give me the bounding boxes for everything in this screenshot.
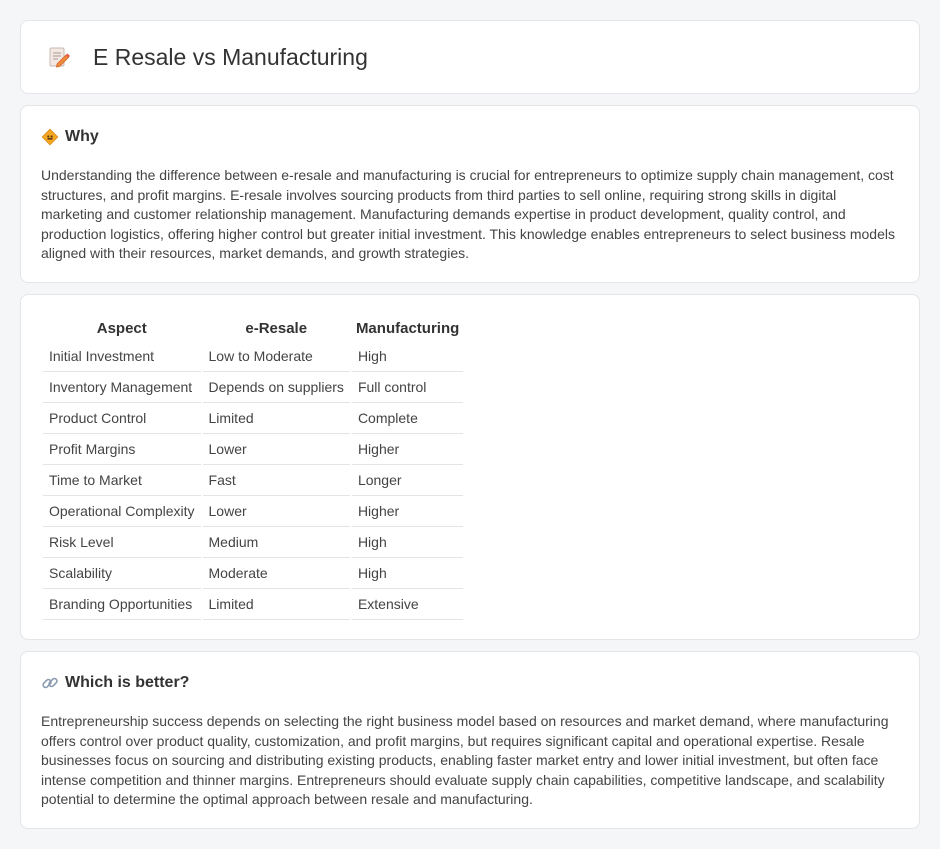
cell-manufacturing: Extensive <box>351 589 464 620</box>
why-text: Understanding the difference between e-r… <box>41 167 895 262</box>
cell-manufacturing: Higher <box>351 496 464 527</box>
cell-manufacturing: High <box>351 558 464 589</box>
table-row: Initial Investment Low to Moderate High <box>43 341 464 372</box>
better-text: Entrepreneurship success depends on sele… <box>41 713 889 808</box>
table-row: Risk Level Medium High <box>43 527 464 558</box>
which-better-section: Which is better? Entrepreneurship succes… <box>20 651 920 829</box>
cell-eresale: Lower <box>202 434 350 465</box>
cell-aspect: Scalability <box>43 558 201 589</box>
header-eresale: e-Resale <box>245 319 308 337</box>
table-row: Branding Opportunities Limited Extensive <box>43 589 464 620</box>
cell-eresale: Moderate <box>202 558 350 589</box>
cell-manufacturing: Complete <box>351 403 464 434</box>
cell-aspect: Time to Market <box>43 465 201 496</box>
cell-eresale: Low to Moderate <box>202 341 350 372</box>
cell-eresale: Medium <box>202 527 350 558</box>
table-row: Time to Market Fast Longer <box>43 465 464 496</box>
table-row: Product Control Limited Complete <box>43 403 464 434</box>
better-heading: Which is better? <box>41 674 899 692</box>
cell-eresale: Fast <box>202 465 350 496</box>
table-row: Scalability Moderate High <box>43 558 464 589</box>
cell-aspect: Operational Complexity <box>43 496 201 527</box>
comparison-table: Aspect e-Resale Manufacturing Initial In… <box>41 315 465 620</box>
cell-manufacturing: Higher <box>351 434 464 465</box>
header-aspect: Aspect <box>96 319 147 337</box>
cell-manufacturing: Longer <box>351 465 464 496</box>
cell-eresale: Lower <box>202 496 350 527</box>
memo-pencil-icon <box>47 45 71 69</box>
cell-aspect: Inventory Management <box>43 372 201 403</box>
cell-manufacturing: High <box>351 527 464 558</box>
why-section: Why Understanding the difference between… <box>20 105 920 283</box>
header-card: E Resale vs Manufacturing <box>20 20 920 94</box>
cell-aspect: Initial Investment <box>43 341 201 372</box>
table-row: Inventory Management Depends on supplier… <box>43 372 464 403</box>
cell-eresale: Depends on suppliers <box>202 372 350 403</box>
table-row: Operational Complexity Lower Higher <box>43 496 464 527</box>
better-heading-label: Which is better? <box>65 674 190 691</box>
page-title: E Resale vs Manufacturing <box>93 43 368 70</box>
header-manufacturing: Manufacturing <box>355 319 460 337</box>
page: E Resale vs Manufacturing Why Understand… <box>0 0 940 829</box>
cell-manufacturing: Full control <box>351 372 464 403</box>
cell-aspect: Branding Opportunities <box>43 589 201 620</box>
link-icon <box>41 674 59 692</box>
cell-aspect: Product Control <box>43 403 201 434</box>
cell-aspect: Risk Level <box>43 527 201 558</box>
cell-eresale: Limited <box>202 403 350 434</box>
comparison-section: Aspect e-Resale Manufacturing Initial In… <box>20 294 920 640</box>
why-heading: Why <box>41 128 899 146</box>
cell-aspect: Profit Margins <box>43 434 201 465</box>
why-heading-label: Why <box>65 128 99 145</box>
table-row: Profit Margins Lower Higher <box>43 434 464 465</box>
table-header-row: Aspect e-Resale Manufacturing <box>43 315 463 341</box>
cell-manufacturing: High <box>351 341 464 372</box>
diamond-sign-icon <box>41 128 59 146</box>
cell-eresale: Limited <box>202 589 350 620</box>
